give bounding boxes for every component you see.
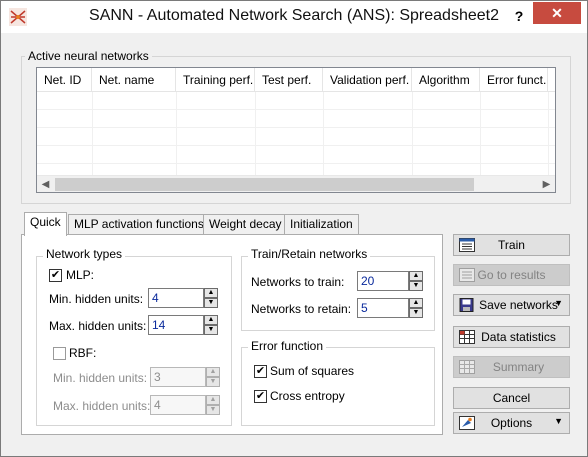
networks-to-train-input[interactable]: 20 bbox=[357, 271, 409, 291]
grid-line bbox=[37, 127, 555, 128]
rbf-checkbox[interactable] bbox=[53, 347, 66, 360]
tab-weight-decay[interactable]: Weight decay bbox=[203, 214, 288, 234]
ans-dialog: SANN - Automated Network Search (ANS): S… bbox=[0, 0, 588, 457]
cancel-label: Cancel bbox=[492, 391, 531, 405]
decrement-icon[interactable]: ▼ bbox=[409, 281, 423, 291]
go-to-results-label: Go to results bbox=[477, 268, 546, 282]
grid-line bbox=[323, 92, 324, 176]
rbf-max-hidden-stepper: 4 ▲ ▼ bbox=[150, 395, 220, 415]
sum-of-squares-label[interactable]: Sum of squares bbox=[270, 364, 354, 378]
column-header-error-funct[interactable]: Error funct. bbox=[480, 68, 548, 91]
train-retain-label: Train/Retain networks bbox=[248, 247, 371, 261]
increment-icon: ▲ bbox=[206, 395, 220, 405]
scroll-thumb[interactable] bbox=[55, 178, 474, 191]
grid-line bbox=[92, 92, 93, 176]
grid-line bbox=[480, 92, 481, 176]
mlp-min-hidden-stepper[interactable]: 4 ▲ ▼ bbox=[148, 288, 218, 308]
mlp-min-hidden-input[interactable]: 4 bbox=[148, 288, 204, 308]
increment-icon[interactable]: ▲ bbox=[409, 298, 423, 308]
chevron-down-icon[interactable]: ▼ bbox=[554, 298, 563, 308]
summary-button: Summary bbox=[453, 356, 570, 378]
column-header-test-perf[interactable]: Test perf. bbox=[255, 68, 323, 91]
list-header: Net. ID Net. name Training perf. Test pe… bbox=[37, 68, 555, 92]
grid-line bbox=[548, 92, 549, 176]
grid-line bbox=[176, 92, 177, 176]
networks-to-train-label: Networks to train: bbox=[251, 275, 345, 289]
decrement-icon[interactable]: ▼ bbox=[409, 308, 423, 318]
train-retain-group bbox=[241, 256, 435, 331]
help-button[interactable]: ? bbox=[506, 5, 532, 27]
network-types-label: Network types bbox=[43, 247, 126, 261]
networks-to-retain-stepper[interactable]: 5 ▲ ▼ bbox=[357, 298, 427, 318]
networks-to-train-stepper[interactable]: 20 ▲ ▼ bbox=[357, 271, 427, 291]
grid-line bbox=[412, 92, 413, 176]
cross-entropy-label[interactable]: Cross entropy bbox=[270, 389, 345, 403]
mlp-checkbox[interactable]: ✔ bbox=[49, 269, 62, 282]
networks-list[interactable]: Net. ID Net. name Training perf. Test pe… bbox=[36, 67, 556, 193]
rbf-min-hidden-label: Min. hidden units: bbox=[53, 371, 148, 385]
summary-label: Summary bbox=[492, 360, 545, 374]
column-header-net-id[interactable]: Net. ID bbox=[37, 68, 92, 91]
decrement-icon: ▼ bbox=[206, 405, 220, 415]
rbf-max-hidden-input: 4 bbox=[150, 395, 206, 415]
decrement-icon[interactable]: ▼ bbox=[204, 325, 218, 335]
mlp-max-hidden-stepper[interactable]: 14 ▲ ▼ bbox=[148, 315, 218, 335]
rbf-min-hidden-stepper: 3 ▲ ▼ bbox=[150, 367, 220, 387]
rbf-max-hidden-label: Max. hidden units: bbox=[53, 399, 151, 413]
grid-line bbox=[37, 145, 555, 146]
error-function-label: Error function bbox=[248, 339, 327, 353]
stepper-buttons: ▲ ▼ bbox=[206, 367, 220, 387]
stepper-buttons: ▲ ▼ bbox=[204, 315, 218, 335]
stepper-buttons: ▲ ▼ bbox=[206, 395, 220, 415]
column-header-algorithm[interactable]: Algorithm bbox=[412, 68, 480, 91]
grid-line bbox=[255, 92, 256, 176]
train-button[interactable]: Train bbox=[453, 234, 570, 256]
chevron-down-icon[interactable]: ▼ bbox=[554, 416, 563, 426]
options-label: Options bbox=[490, 416, 533, 430]
stepper-buttons: ▲ ▼ bbox=[409, 298, 423, 318]
tab-mlp-activation-functions[interactable]: MLP activation functions bbox=[68, 214, 210, 234]
tab-quick[interactable]: Quick bbox=[24, 212, 67, 236]
rbf-min-hidden-input: 3 bbox=[150, 367, 206, 387]
mlp-min-hidden-label: Min. hidden units: bbox=[49, 292, 144, 306]
window-title: SANN - Automated Network Search (ANS): S… bbox=[89, 7, 499, 24]
horizontal-scrollbar[interactable]: ◀ ▶ bbox=[37, 175, 555, 192]
options-button[interactable]: Options ▼ bbox=[453, 412, 570, 434]
decrement-icon: ▼ bbox=[206, 377, 220, 387]
networks-group-label: Active neural networks bbox=[25, 49, 152, 63]
mlp-max-hidden-label: Max. hidden units: bbox=[49, 319, 147, 333]
error-function-group bbox=[241, 347, 435, 426]
increment-icon[interactable]: ▲ bbox=[204, 315, 218, 325]
cross-entropy-checkbox[interactable]: ✔ bbox=[254, 390, 267, 403]
go-to-results-button: Go to results bbox=[453, 264, 570, 286]
train-button-label: Train bbox=[498, 238, 525, 252]
grid-line bbox=[37, 109, 555, 110]
mlp-max-hidden-input[interactable]: 14 bbox=[148, 315, 204, 335]
scroll-right-icon[interactable]: ▶ bbox=[538, 176, 555, 193]
scroll-left-icon[interactable]: ◀ bbox=[37, 176, 54, 193]
title-bar: SANN - Automated Network Search (ANS): S… bbox=[1, 1, 587, 33]
column-header-net-name[interactable]: Net. name bbox=[92, 68, 176, 91]
data-statistics-label: Data statistics bbox=[481, 330, 556, 344]
grid-line bbox=[37, 163, 555, 164]
tab-initialization[interactable]: Initialization bbox=[284, 214, 359, 234]
column-header-validation-perf[interactable]: Validation perf. bbox=[323, 68, 412, 91]
column-header-training-perf[interactable]: Training perf. bbox=[176, 68, 255, 91]
networks-to-retain-input[interactable]: 5 bbox=[357, 298, 409, 318]
increment-icon[interactable]: ▲ bbox=[204, 288, 218, 298]
sum-of-squares-checkbox[interactable]: ✔ bbox=[254, 365, 267, 378]
column-header-h[interactable]: H bbox=[548, 68, 555, 91]
decrement-icon[interactable]: ▼ bbox=[204, 298, 218, 308]
networks-to-retain-label: Networks to retain: bbox=[251, 302, 352, 316]
increment-icon: ▲ bbox=[206, 367, 220, 377]
increment-icon[interactable]: ▲ bbox=[409, 271, 423, 281]
save-networks-button[interactable]: Save networks ▼ bbox=[453, 294, 570, 316]
stepper-buttons: ▲ ▼ bbox=[204, 288, 218, 308]
cancel-button[interactable]: Cancel bbox=[453, 387, 570, 409]
stepper-buttons: ▲ ▼ bbox=[409, 271, 423, 291]
rbf-label[interactable]: RBF: bbox=[69, 346, 96, 360]
mlp-label[interactable]: MLP: bbox=[66, 268, 94, 282]
data-statistics-button[interactable]: Data statistics bbox=[453, 326, 570, 348]
close-button[interactable]: ✕ bbox=[533, 2, 581, 24]
